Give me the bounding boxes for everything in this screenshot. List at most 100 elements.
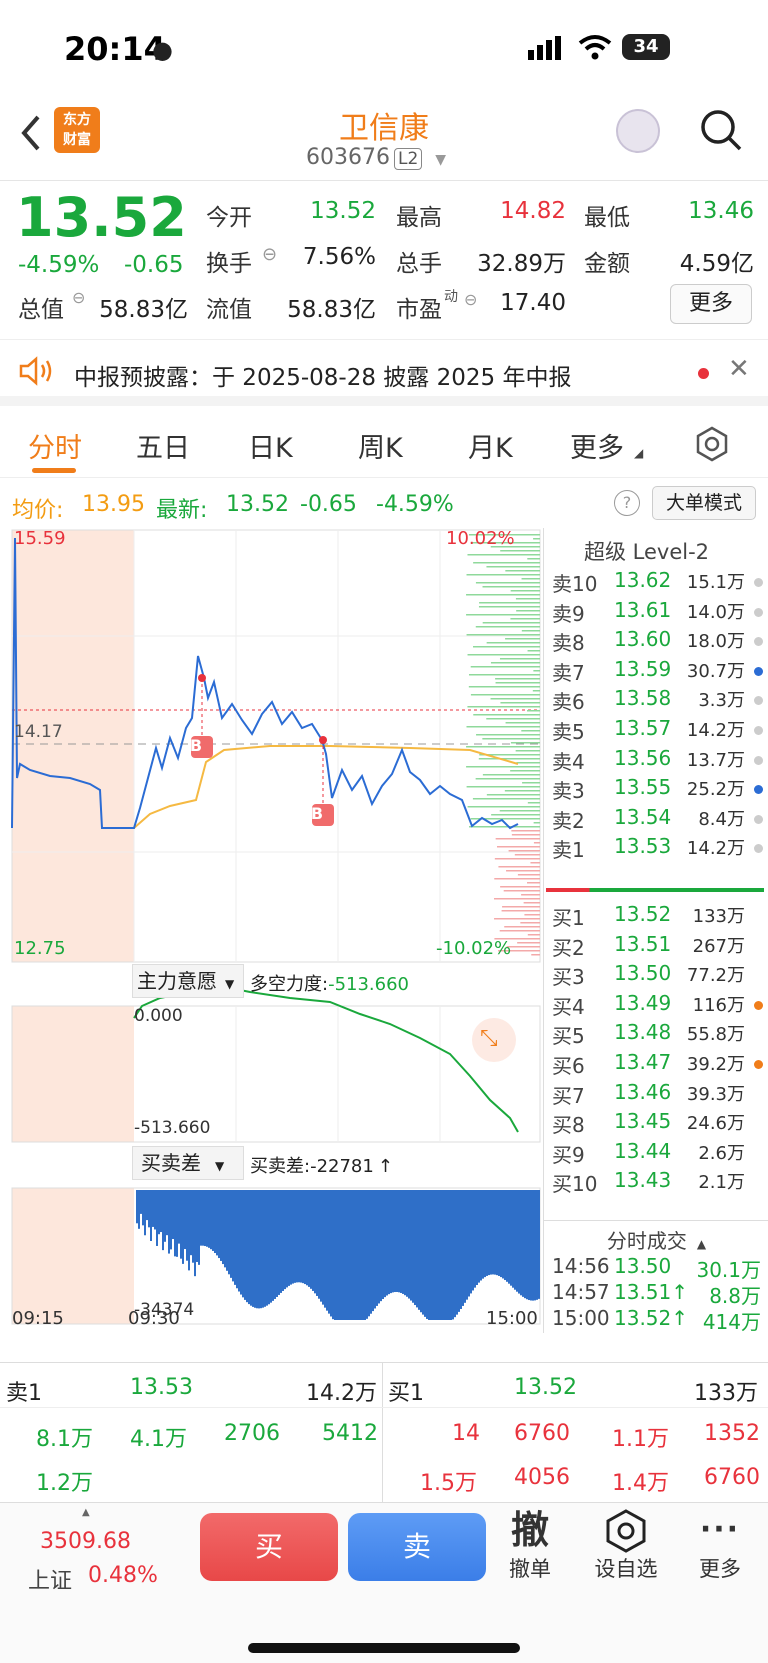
sell-level-row[interactable]: 卖2 13.54 8.4万 xyxy=(544,805,768,836)
buy-level-row[interactable]: 买7 13.46 39.3万 xyxy=(544,1080,768,1111)
ind2-bar xyxy=(306,1190,308,1286)
sell-level-row[interactable]: 卖9 13.61 14.0万 xyxy=(544,598,768,629)
ind2-bar xyxy=(408,1190,410,1299)
time-open: 09:30 xyxy=(128,1308,180,1329)
index-widget[interactable]: ▲ 3509.68 上证 0.48% xyxy=(16,1507,186,1597)
level-price: 13.46 xyxy=(614,1079,672,1104)
ind2-bar xyxy=(394,1190,396,1293)
ind2-bar xyxy=(138,1190,140,1229)
sell-level-row[interactable]: 卖3 13.55 25.2万 xyxy=(544,775,768,806)
float-label: 流值 xyxy=(206,297,252,323)
depth-bar xyxy=(521,730,540,732)
buy-level-row[interactable]: 买6 13.47 39.2万 xyxy=(544,1050,768,1081)
close-icon[interactable]: ✕ xyxy=(728,354,750,384)
level-label: 卖6 xyxy=(552,690,585,715)
info-icon[interactable]: ⊖ xyxy=(262,244,277,265)
sell-level-row[interactable]: 卖1 13.53 14.2万 xyxy=(544,834,768,865)
notice-bar[interactable]: 中报预披露：于 2025-08-28 披露 2025 年中报 ✕ xyxy=(0,342,768,406)
info-icon[interactable]: ⊖ xyxy=(464,290,477,309)
buy-button[interactable]: 买 xyxy=(200,1513,338,1581)
tab-intraday[interactable]: 分时 xyxy=(28,426,82,465)
search-icon[interactable] xyxy=(698,107,744,153)
depth-bar xyxy=(467,806,540,808)
settings-gear-icon[interactable] xyxy=(694,426,730,462)
buy-level-row[interactable]: 买2 13.51 267万 xyxy=(544,932,768,963)
ind2-bar xyxy=(420,1190,422,1313)
sell-level-row[interactable]: 卖10 13.62 15.1万 xyxy=(544,568,768,599)
level-dot xyxy=(754,637,763,647)
ind2-bar xyxy=(354,1190,356,1320)
ind2-bar xyxy=(152,1190,154,1227)
stock-header: 东方 财富 卫信康 603676 L2 ▼ xyxy=(0,95,768,181)
ind2-bar xyxy=(140,1190,142,1214)
big-order-mode-button[interactable]: 大单模式 xyxy=(652,486,756,520)
info-icon[interactable]: ⊖ xyxy=(72,288,85,307)
depth-bar xyxy=(527,802,540,804)
open-value: 13.52 xyxy=(310,198,376,224)
stock-code[interactable]: 603676 L2 ▼ xyxy=(306,145,446,170)
more-button[interactable]: 更多 xyxy=(670,284,752,324)
level-label: 买4 xyxy=(552,994,585,1019)
buy-level-row[interactable]: 买1 13.52 133万 xyxy=(544,902,768,933)
buy-level-row[interactable]: 买9 13.44 2.6万 xyxy=(544,1139,768,1170)
ticks-header[interactable]: 分时成交 ▲ xyxy=(544,1220,768,1253)
hexagon-icon xyxy=(606,1509,646,1553)
level-volume: 55.8万 xyxy=(686,1024,745,1046)
index-name: 上证 xyxy=(28,1569,73,1594)
level-volume: 77.2万 xyxy=(686,965,745,987)
buy-level-row[interactable]: 买8 13.45 24.6万 xyxy=(544,1109,768,1140)
ind2-bar xyxy=(464,1190,466,1303)
level-label: 买1 xyxy=(552,906,585,930)
more-actions-button[interactable]: ··· 更多 xyxy=(680,1507,760,1583)
sell-level-row[interactable]: 卖5 13.57 14.2万 xyxy=(544,716,768,747)
sell-level-row[interactable]: 卖7 13.59 30.7万 xyxy=(544,657,768,688)
buy-level-row[interactable]: 买3 13.50 77.2万 xyxy=(544,961,768,992)
intraday-chart[interactable]: 15.59 10.02% 14.17 12.75 -10.02% B B 主力意… xyxy=(10,528,542,1333)
sell-level-row[interactable]: 卖8 13.60 18.0万 xyxy=(544,627,768,658)
ind1-bottom-value: -513.660 xyxy=(134,1118,211,1138)
ind2-bar xyxy=(356,1190,358,1320)
ind2-arrow: ↑ xyxy=(377,1156,393,1177)
ind2-bar xyxy=(430,1190,432,1320)
ind1-selector[interactable]: 主力意愿 ▼ xyxy=(132,964,244,998)
buy-level-row[interactable]: 买4 13.49 116万 xyxy=(544,991,768,1022)
level-volume: 116万 xyxy=(692,994,745,1016)
help-icon[interactable]: ? xyxy=(614,490,640,516)
expand-icon[interactable]: ⤡ xyxy=(480,1026,498,1051)
ind2-bar xyxy=(178,1190,180,1244)
chevron-down-icon[interactable]: ▼ xyxy=(435,152,446,168)
depth-bar xyxy=(466,786,540,788)
sell-button[interactable]: 卖 xyxy=(348,1513,486,1581)
level-volume: 2.1万 xyxy=(698,1172,745,1194)
depth-bar xyxy=(495,838,540,840)
ind2-bar xyxy=(496,1190,498,1276)
buy-queue-item: 1.1万 xyxy=(612,1427,669,1452)
sell-level-row[interactable]: 卖4 13.56 13.7万 xyxy=(544,746,768,777)
ind2-bar xyxy=(236,1190,238,1289)
tab-weekly-k[interactable]: 周K xyxy=(358,426,403,465)
ind2-bar xyxy=(388,1190,390,1295)
ind2-bar xyxy=(386,1190,388,1296)
sell-level-row[interactable]: 卖6 13.58 3.3万 xyxy=(544,686,768,717)
tab-more[interactable]: 更多 xyxy=(570,426,624,465)
tab-daily-k[interactable]: 日K xyxy=(248,426,293,465)
level-volume: 3.3万 xyxy=(698,690,745,712)
sell-queue-item: 5412 xyxy=(322,1421,378,1446)
robot-assistant-icon[interactable] xyxy=(616,109,660,153)
ind2-name: 买卖差 xyxy=(141,1151,201,1175)
add-watchlist-button[interactable]: 设自选 xyxy=(586,1507,666,1583)
tab-monthly-k[interactable]: 月K xyxy=(468,426,513,465)
tab-five-day[interactable]: 五日 xyxy=(136,426,190,465)
cancel-order-button[interactable]: 撤 撤单 xyxy=(490,1507,570,1583)
depth-bar xyxy=(473,646,540,648)
depth-bar xyxy=(533,842,540,844)
buy-level-row[interactable]: 买5 13.48 55.8万 xyxy=(544,1020,768,1051)
depth-bar xyxy=(505,638,540,640)
buy-level-row[interactable]: 买10 13.43 2.1万 xyxy=(544,1168,768,1199)
ind2-selector[interactable]: 买卖差 ▼ xyxy=(132,1146,244,1180)
depth-bar xyxy=(517,942,540,944)
wifi-icon xyxy=(578,35,612,60)
level-volume: 30.7万 xyxy=(686,660,745,682)
depth-bar xyxy=(466,634,540,636)
level-volume: 24.6万 xyxy=(686,1113,745,1135)
